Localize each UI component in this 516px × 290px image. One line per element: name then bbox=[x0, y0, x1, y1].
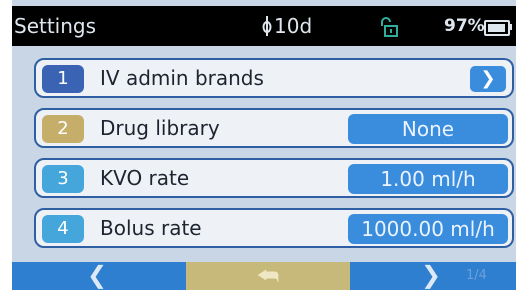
row-label: Bolus rate bbox=[100, 216, 202, 240]
infusion-drop-icon bbox=[262, 16, 272, 36]
unlocked-padlock-icon bbox=[381, 17, 398, 37]
setting-row-kvo-rate[interactable]: 3 KVO rate 1.00 ml/h bbox=[34, 158, 514, 198]
setting-row-drug-library[interactable]: 2 Drug library None bbox=[34, 108, 514, 148]
chevron-right-icon[interactable]: ❯ bbox=[416, 262, 446, 290]
setting-row-iv-admin-brands[interactable]: 1 IV admin brands ❯ bbox=[34, 58, 514, 98]
return-button[interactable]: ⮪ bbox=[186, 262, 350, 290]
row-index: 1 bbox=[42, 65, 84, 93]
row-value[interactable]: 1.00 ml/h bbox=[348, 164, 508, 194]
row-label: IV admin brands bbox=[100, 66, 264, 90]
row-index: 3 bbox=[42, 165, 84, 193]
bottom-nav-bar: ❮ ⮪ ❯ 1/4 bbox=[12, 262, 516, 290]
setting-row-bolus-rate[interactable]: 4 Bolus rate 1000.00 ml/h bbox=[34, 208, 514, 248]
return-arrow-icon: ⮪ bbox=[256, 262, 280, 290]
row-value[interactable]: None bbox=[348, 114, 508, 144]
infusion-duration: 10d bbox=[274, 14, 313, 38]
battery-fill bbox=[488, 24, 505, 32]
row-value[interactable]: 1000.00 ml/h bbox=[348, 214, 508, 244]
chevron-right-icon[interactable]: ❯ bbox=[470, 66, 506, 92]
chevron-left-icon[interactable]: ❮ bbox=[82, 262, 112, 290]
status-bar: Settings 10d 97% bbox=[12, 6, 516, 46]
page-indicator: 1/4 bbox=[466, 268, 487, 283]
screen-title: Settings bbox=[14, 14, 97, 38]
device-frame: Settings 10d 97% 1 IV admin brands ❯ 2 D… bbox=[0, 0, 516, 290]
row-label: KVO rate bbox=[100, 166, 190, 190]
battery-icon bbox=[484, 20, 510, 36]
battery-tip bbox=[509, 24, 512, 30]
row-index: 2 bbox=[42, 115, 84, 143]
row-index: 4 bbox=[42, 215, 84, 243]
battery-percent: 97% bbox=[444, 16, 485, 36]
row-label: Drug library bbox=[100, 116, 220, 140]
settings-screen: Settings 10d 97% 1 IV admin brands ❯ 2 D… bbox=[12, 0, 516, 290]
